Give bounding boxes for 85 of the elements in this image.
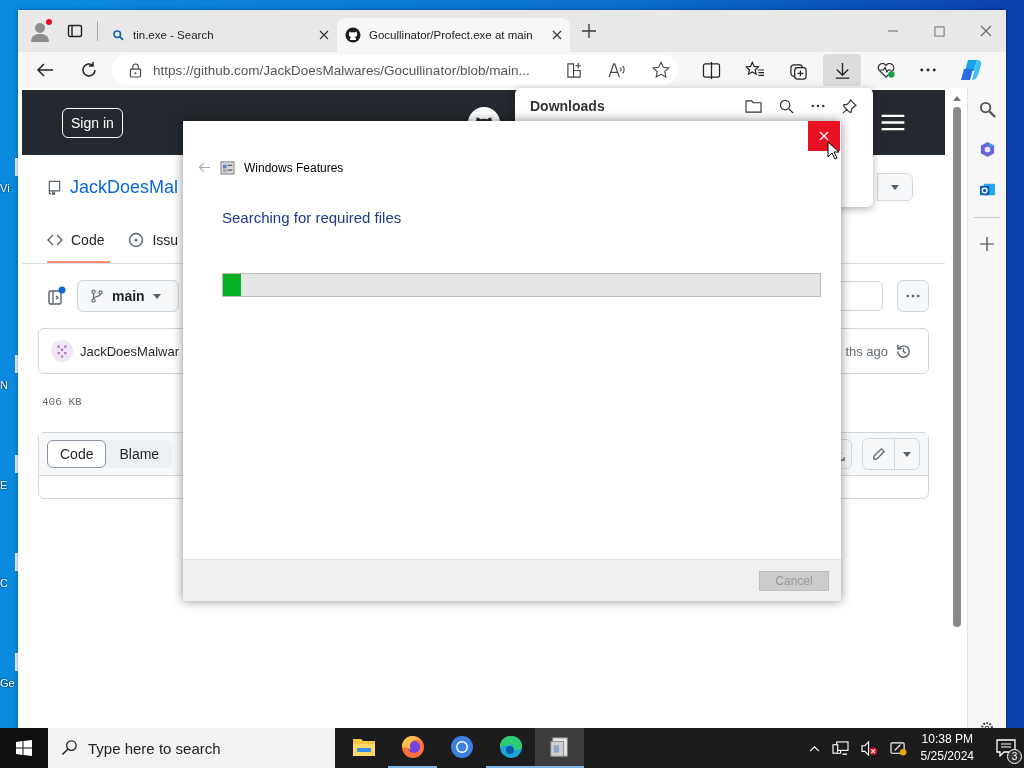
search-icon[interactable]: [779, 98, 794, 114]
search-icon[interactable]: [978, 101, 996, 118]
pin-icon[interactable]: [842, 98, 857, 114]
start-button[interactable]: [0, 728, 48, 768]
settings-icon[interactable]: [979, 720, 996, 728]
back-arrow-icon[interactable]: [36, 61, 54, 79]
profile-icon[interactable]: [29, 19, 53, 43]
desktop-icon-label[interactable]: C: [0, 577, 8, 589]
scrollbar-thumb[interactable]: [953, 107, 962, 627]
caret-icon: [903, 451, 912, 457]
scroll-up-icon[interactable]: [953, 96, 962, 101]
mail-app-icon[interactable]: [978, 181, 996, 198]
code-icon: [47, 232, 63, 248]
issue-icon: [128, 232, 145, 248]
panel-title: Downloads: [530, 98, 605, 114]
search-icon: [112, 28, 125, 42]
view-tab[interactable]: Code: [47, 440, 107, 468]
browser-tab[interactable]: Gocullinator/Profect.exe at main: [337, 18, 570, 52]
app-grid-icon[interactable]: [566, 61, 584, 79]
folder-icon[interactable]: [745, 98, 762, 114]
github-logo-icon: [345, 27, 361, 43]
tab-actions-icon[interactable]: [67, 23, 83, 39]
caret-icon: [152, 293, 161, 299]
chevron-up-icon[interactable]: [808, 744, 820, 752]
fox-globe-icon: [400, 735, 425, 759]
windows-features-icon: [548, 736, 571, 758]
star-icon[interactable]: [652, 61, 671, 79]
dialog-title: Windows Features: [244, 160, 344, 175]
hexagon-app-icon[interactable]: [978, 141, 996, 158]
new-tab-icon[interactable]: [582, 24, 596, 38]
commit-time: ths ago: [845, 343, 889, 359]
security-icon[interactable]: [889, 740, 907, 756]
windows-features-icon: [220, 160, 235, 175]
split-screen-icon[interactable]: [702, 61, 722, 79]
commit-author[interactable]: JackDoesMalwar: [80, 343, 179, 359]
address-bar[interactable]: https://github.com/JackDoesMalwares/Gocullinator/blob/main...: [112, 55, 679, 85]
close-button[interactable]: [808, 121, 840, 151]
downloads-button[interactable]: [823, 54, 861, 86]
more-icon[interactable]: [811, 104, 825, 108]
add-icon[interactable]: [980, 237, 995, 251]
copilot-icon[interactable]: [960, 58, 984, 82]
circle-browser-icon: [449, 735, 474, 759]
view-tab[interactable]: Blame: [106, 440, 173, 468]
file-tree-icon[interactable]: [47, 286, 67, 306]
favorites-icon[interactable]: [745, 61, 766, 79]
wave-browser-icon: [498, 735, 523, 759]
more-icon[interactable]: [920, 68, 936, 72]
browser-tab[interactable]: tin.exe - Search: [104, 18, 337, 52]
muted-speaker-icon[interactable]: [860, 740, 878, 756]
menu-icon[interactable]: [881, 114, 906, 131]
pencil-icon: [871, 446, 887, 462]
file-size: 406 KB: [41, 395, 83, 410]
read-aloud-icon[interactable]: [608, 61, 628, 79]
heart-pulse-icon[interactable]: [876, 61, 896, 79]
close-icon[interactable]: [552, 30, 562, 40]
taskbar-app-button[interactable]: [535, 728, 584, 768]
folder-icon: [351, 737, 376, 757]
repository-name-link[interactable]: JackDoesMal: [70, 176, 179, 198]
edit-button-group[interactable]: [862, 438, 921, 470]
desktop-icon-label[interactable]: N: [0, 379, 8, 391]
windows-logo-icon: [16, 740, 32, 756]
close-icon: [819, 131, 829, 141]
clock-time[interactable]: 10:38 PM: [921, 731, 973, 748]
repository-tab[interactable]: Code: [47, 219, 111, 263]
desktop-icon-label[interactable]: Vi: [0, 182, 10, 194]
history-icon[interactable]: [895, 342, 913, 360]
more-icon: [906, 294, 921, 298]
desktop-icon-label[interactable]: E: [0, 479, 8, 491]
desktop-icon-label[interactable]: Ge: [0, 677, 15, 689]
taskbar-search-field[interactable]: Type here to search: [48, 728, 335, 768]
lock-icon: [129, 62, 142, 78]
caret-icon: [891, 184, 900, 190]
avatar-icon: [51, 340, 73, 362]
sign-in-button[interactable]: Sign in: [62, 107, 123, 138]
repository-tab[interactable]: Issu: [128, 219, 185, 263]
branch-button[interactable]: main: [77, 280, 179, 312]
refresh-icon[interactable]: [80, 61, 98, 79]
close-icon[interactable]: [319, 30, 329, 40]
repository-icon: [47, 179, 62, 195]
branch-icon: [90, 289, 104, 303]
clock-date[interactable]: 5/25/2024: [920, 748, 974, 765]
dialog-heading: Searching for required files: [222, 209, 403, 226]
notification-count-badge: 3: [1007, 749, 1022, 764]
network-icon[interactable]: [831, 740, 849, 756]
search-icon: [61, 739, 78, 756]
